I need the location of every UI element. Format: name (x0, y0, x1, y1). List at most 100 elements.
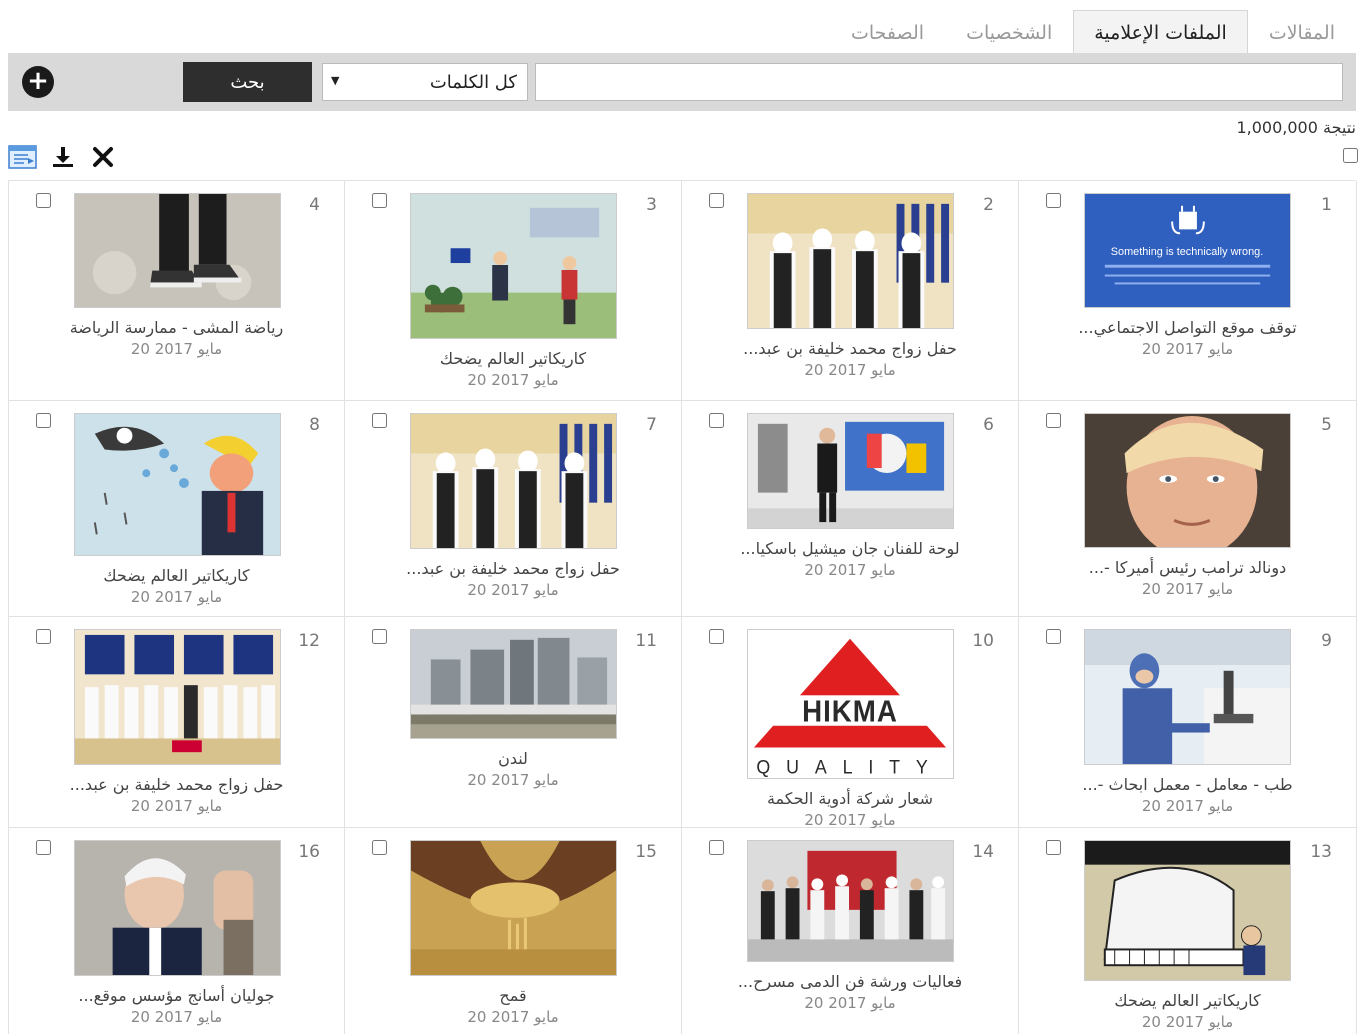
media-thumbnail[interactable] (410, 413, 617, 549)
media-card-checkbox[interactable] (372, 413, 387, 428)
media-thumbnail[interactable]: Something is technically wrong. (1084, 193, 1291, 308)
media-thumbnail[interactable] (410, 193, 617, 339)
media-card-checkbox[interactable] (709, 840, 724, 855)
download-icon[interactable] (48, 144, 78, 170)
media-thumbnail[interactable] (74, 413, 281, 556)
media-card-checkbox[interactable] (1046, 413, 1061, 428)
media-card-checkbox[interactable] (1046, 193, 1061, 208)
tab-pages[interactable]: الصفحات (830, 10, 945, 54)
tab-articles[interactable]: المقالات (1248, 10, 1356, 54)
export-icon[interactable] (8, 144, 38, 170)
search-scope-select[interactable]: كل الكلمات ▼ (322, 63, 528, 101)
media-card-checkbox[interactable] (372, 629, 387, 644)
search-input[interactable] (535, 63, 1343, 101)
media-card[interactable]: 16 جوليان أسانج مؤسس موقع... 20 مايو 2017 (9, 828, 345, 1034)
media-card-title[interactable]: حفل زواج محمد خليفة بن عبد... (345, 559, 681, 578)
tab-media-files[interactable]: الملفات الإعلامية (1073, 10, 1248, 54)
media-card-checkbox[interactable] (1046, 629, 1061, 644)
select-all-checkbox[interactable] (1343, 148, 1358, 163)
media-card-title[interactable]: دونالد ترامب رئيس أميركا -... (1019, 558, 1356, 577)
media-thumbnail[interactable] (74, 840, 281, 976)
media-card-title[interactable]: قمح (345, 986, 681, 1005)
media-card-title[interactable]: كاريكاتير العالم يضحك (1019, 991, 1356, 1010)
media-card-checkbox[interactable] (372, 840, 387, 855)
result-toolbar (8, 144, 118, 170)
media-card-title[interactable]: توقف موقع التواصل الاجتماعي... (1019, 318, 1356, 337)
media-card-date: 20 مايو 2017 (130, 588, 223, 606)
media-card-checkbox[interactable] (1046, 840, 1061, 855)
media-card-checkbox[interactable] (36, 629, 51, 644)
media-thumbnail[interactable] (1084, 629, 1291, 765)
media-card-title[interactable]: لندن (345, 749, 681, 768)
media-thumbnail[interactable] (410, 840, 617, 976)
media-card[interactable]: 8 كاريكاتير العالم يضحك 20 مايو 2017 (9, 401, 345, 617)
media-card[interactable]: 10 HIKMA QUALITY شعار شركة أدوية الحكمة 20 م… (682, 617, 1019, 829)
media-card[interactable]: 12 حفل زواج محمد خليفة بن عبد... 20 مايو 2… (9, 617, 345, 828)
media-card-title[interactable]: جوليان أسانج مؤسس موقع... (9, 986, 344, 1005)
media-card-date: 20 مايو 2017 (130, 1008, 223, 1026)
media-thumbnail[interactable] (747, 193, 954, 329)
media-card-number: 2 (983, 195, 994, 215)
media-card-number: 12 (298, 631, 320, 651)
media-card[interactable]: 4 رياضة المشى - ممارسة الرياضة 20 مايو 201… (9, 181, 345, 401)
media-thumbnail[interactable] (1084, 840, 1291, 981)
media-card-title[interactable]: طب - معامل - معمل ابحاث -... (1019, 775, 1356, 794)
svg-text:Something is technically wrong: Something is technically wrong. (1111, 246, 1263, 258)
media-card-title[interactable]: كاريكاتير العالم يضحك (9, 566, 344, 585)
tab-people[interactable]: الشخصيات (945, 10, 1073, 54)
media-card-checkbox[interactable] (709, 193, 724, 208)
media-card-date: 20 مايو 2017 (130, 797, 223, 815)
search-button[interactable]: بحث (183, 62, 312, 102)
media-thumbnail[interactable] (1084, 413, 1291, 548)
hikma-logo-subtext: QUALITY (756, 756, 943, 778)
media-card-checkbox[interactable] (709, 629, 724, 644)
media-card-title[interactable]: حفل زواج محمد خليفة بن عبد... (9, 775, 344, 794)
media-card-number: 7 (646, 415, 657, 435)
media-card-checkbox[interactable] (36, 193, 51, 208)
media-card[interactable]: 6 لوحة للفنان جان ميشيل باسكيا... 20 مايو … (682, 401, 1019, 617)
media-card[interactable]: 14 فعاليات ورشة فن الدمى مسرح... 20 مايو 2… (682, 828, 1019, 1034)
media-card[interactable]: 7 حفل زواج محمد خليفة بن عبد... 20 مايو 20… (345, 401, 682, 617)
media-card-date: 20 مايو 2017 (804, 561, 896, 579)
media-card-number: 5 (1321, 415, 1332, 435)
media-card[interactable]: 5 دونالد ترامب رئيس أميركا -... 20 مايو 20… (1019, 401, 1357, 617)
media-thumbnail[interactable] (747, 840, 954, 962)
media-thumbnail[interactable] (410, 629, 617, 739)
media-card[interactable]: 9 طب - معامل - معمل ابحاث -... 20 مايو 201… (1019, 617, 1357, 828)
media-card[interactable]: 2 حفل زواج محمد خليفة بن عبد... 20 مايو 20… (682, 181, 1019, 401)
media-card-checkbox[interactable] (372, 193, 387, 208)
media-grid: 1 Something is technically wrong. توقف موق… (8, 180, 1357, 1034)
media-card-number: 8 (309, 415, 320, 435)
media-card-title[interactable]: رياضة المشى - ممارسة الرياضة (9, 318, 344, 337)
media-card-date: 20 مايو 2017 (1141, 340, 1234, 358)
media-card-checkbox[interactable] (36, 840, 51, 855)
media-card-date: 20 مايو 2017 (804, 994, 896, 1012)
media-card-checkbox[interactable] (709, 413, 724, 428)
media-thumbnail[interactable] (74, 629, 281, 765)
media-card-number: 11 (635, 631, 657, 651)
media-card-date: 20 مايو 2017 (1141, 797, 1234, 815)
media-card-title[interactable]: حفل زواج محمد خليفة بن عبد... (682, 339, 1018, 358)
media-card-number: 1 (1321, 195, 1332, 215)
close-icon[interactable] (88, 144, 118, 170)
media-thumbnail[interactable]: HIKMA QUALITY (747, 629, 954, 779)
media-card-date: 20 مايو 2017 (804, 811, 896, 829)
media-card-date: 20 مايو 2017 (130, 340, 223, 358)
media-card[interactable]: 3 كاريكاتير العالم يضحك 20 مايو 2017 (345, 181, 682, 401)
media-card-checkbox[interactable] (36, 413, 51, 428)
media-card-title[interactable]: شعار شركة أدوية الحكمة (682, 789, 1018, 808)
media-card[interactable]: 13 كاريكاتير العالم يضحك 20 مايو 2017 (1019, 828, 1357, 1034)
media-card[interactable]: 11 لندن 20 مايو 2017 (345, 617, 682, 828)
result-count: 1,000,000 نتيجة (1236, 118, 1356, 137)
hikma-logo-text: HIKMA (802, 695, 898, 728)
media-card-title[interactable]: كاريكاتير العالم يضحك (345, 349, 681, 368)
media-card-number: 6 (983, 415, 994, 435)
media-card-title[interactable]: لوحة للفنان جان ميشيل باسكيا... (682, 539, 1018, 558)
media-card[interactable]: 15 قمح 20 مايو 2017 (345, 828, 682, 1034)
media-card-date: 20 مايو 2017 (804, 361, 896, 379)
media-card[interactable]: 1 Something is technically wrong. توقف موق… (1019, 181, 1357, 401)
media-thumbnail[interactable] (747, 413, 954, 529)
media-card-title[interactable]: فعاليات ورشة فن الدمى مسرح... (682, 972, 1018, 991)
add-icon[interactable]: + (22, 66, 54, 98)
media-thumbnail[interactable] (74, 193, 281, 308)
